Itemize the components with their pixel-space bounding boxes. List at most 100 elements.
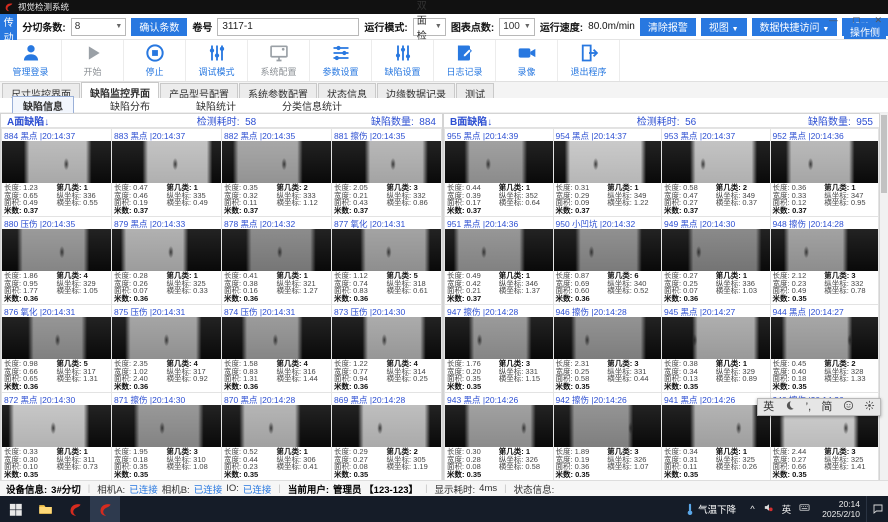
defect-thumbnail xyxy=(222,141,331,183)
roll-number-input[interactable] xyxy=(217,18,359,36)
defect-cell[interactable]: 953 黑点 |20:14:37 长度: 0.58 宽度: 0.47 面积: 0… xyxy=(662,129,770,216)
defect-cell[interactable]: 872 黑点 |20:14:30 长度: 0.33 宽度: 0.30 面积: 0… xyxy=(2,393,111,480)
toolbar-button-log[interactable]: 日志记录 xyxy=(434,40,496,81)
main-tab-6[interactable]: 测试 xyxy=(456,83,494,98)
defect-cell-info: 长度: 2.12 宽度: 0.23 面积: 0.49 米数: 0.35 第几类:… xyxy=(771,271,879,304)
defect-cell[interactable]: 954 黑点 |20:14:37 长度: 0.31 宽度: 0.29 面积: 0… xyxy=(554,129,662,216)
main-tab-5[interactable]: 边缘数据记录 xyxy=(377,83,455,98)
defect-cell[interactable]: 941 黑点 |20:14:26 长度: 0.34 宽度: 0.31 面积: 0… xyxy=(662,393,770,480)
sub-tab-2[interactable]: 缺陷统计 xyxy=(186,97,246,114)
defect-xcoord: 横坐标: 0.49 xyxy=(167,199,220,207)
file-explorer-icon[interactable] xyxy=(30,496,60,522)
ime-simplified-toggle[interactable]: 简 xyxy=(821,402,832,413)
toolbar-button-stop[interactable]: 停止 xyxy=(124,40,186,81)
clear-alarm-button[interactable]: 清除报警 xyxy=(640,18,696,36)
defect-cell-info: 长度: 2.35 宽度: 1.02 面积: 2.40 米数: 0.36 第几类:… xyxy=(112,359,221,392)
defect-cell-info: 长度: 0.58 宽度: 0.47 面积: 0.27 米数: 0.37 第几类:… xyxy=(662,183,770,216)
defect-cell[interactable]: 870 黑点 |20:14:28 长度: 0.52 宽度: 0.44 面积: 0… xyxy=(222,393,331,480)
defect-thumbnail xyxy=(332,141,441,183)
tray-expand-chevron[interactable]: ^ xyxy=(750,504,754,515)
view-menu-button[interactable]: 视图 ▼ xyxy=(701,18,747,36)
defect-meter: 米数: 0.37 xyxy=(447,295,499,303)
inspection-app-icon[interactable] xyxy=(60,496,90,522)
defect-cell[interactable]: 876 氧化 |20:14:31 长度: 0.98 宽度: 0.66 面积: 0… xyxy=(2,305,111,392)
monitor-icon xyxy=(269,43,289,63)
tray-language-badge[interactable]: 英 xyxy=(782,502,792,516)
action-center-icon[interactable] xyxy=(866,496,888,522)
defect-cell-header: 947 擦伤 |20:14:28 xyxy=(445,305,553,317)
defect-cell[interactable]: 871 擦伤 |20:14:30 长度: 1.95 宽度: 0.18 面积: 0… xyxy=(112,393,221,480)
defect-cell[interactable]: 879 黑点 |20:14:33 长度: 0.28 宽度: 0.26 面积: 0… xyxy=(112,217,221,304)
sub-tab-3[interactable]: 分类信息统计 xyxy=(272,97,352,114)
run-mode-select[interactable]: 双面检测▼ xyxy=(413,18,446,36)
weather-widget[interactable]: 气温下降 xyxy=(677,502,744,516)
start-button[interactable] xyxy=(0,496,30,522)
defect-cell[interactable]: 950 小凹坑 |20:14:32 长度: 0.87 宽度: 0.69 面积: … xyxy=(554,217,662,304)
toolbar-button-label: 调试模式 xyxy=(198,65,234,78)
inspection-app-icon-active[interactable] xyxy=(90,496,120,522)
sub-tab-1[interactable]: 缺陷分布 xyxy=(100,97,160,114)
toolbar-button-hsliders[interactable]: 参数设置 xyxy=(310,40,372,81)
defect-cell[interactable]: 874 压伤 |20:14:31 长度: 1.58 宽度: 0.83 面积: 1… xyxy=(222,305,331,392)
defect-cell[interactable]: 947 擦伤 |20:14:28 长度: 1.76 宽度: 0.20 面积: 0… xyxy=(445,305,553,392)
defect-xcoord: 横坐标: 0.61 xyxy=(387,287,440,295)
defect-cell-info: 长度: 0.36 宽度: 0.33 面积: 0.12 米数: 0.37 第几类:… xyxy=(771,183,879,216)
side-left-button[interactable]: 传动侧 xyxy=(0,14,17,40)
sub-tab-0[interactable]: 缺陷信息 xyxy=(12,96,74,115)
defect-cell[interactable]: 952 黑点 |20:14:36 长度: 0.36 宽度: 0.33 面积: 0… xyxy=(771,129,879,216)
defect-thumbnail xyxy=(662,229,770,271)
defect-cell[interactable]: 946 擦伤 |20:14:28 长度: 2.31 宽度: 0.25 面积: 0… xyxy=(554,305,662,392)
scrollbar-thumb[interactable] xyxy=(881,115,887,193)
toolbar-button-play[interactable]: 开始 xyxy=(62,40,124,81)
defect-cell[interactable]: 949 黑点 |20:14:30 长度: 0.27 宽度: 0.25 面积: 0… xyxy=(662,217,770,304)
defect-cell[interactable]: 882 黑点 |20:14:35 长度: 0.35 宽度: 0.32 面积: 0… xyxy=(222,129,331,216)
defect-cell[interactable]: 877 氧化 |20:14:31 长度: 1.12 宽度: 0.74 面积: 0… xyxy=(332,217,441,304)
defect-meter: 米数: 0.36 xyxy=(114,383,167,391)
chart-points-label: 图表点数: xyxy=(451,19,494,34)
camera-b-label: 相机B: xyxy=(162,482,190,496)
moon-icon[interactable] xyxy=(784,400,795,414)
slit-count-select[interactable]: 8▼ xyxy=(71,18,127,36)
toolbar-button-camera[interactable]: 录像 xyxy=(496,40,558,81)
defect-cell[interactable]: 884 黑点 |20:14:37 长度: 1.23 宽度: 0.65 面积: 0… xyxy=(2,129,111,216)
emoji-icon[interactable] xyxy=(843,400,854,414)
taskbar-clock[interactable]: 20:14 2025/2/10 xyxy=(816,499,866,519)
toolbar-button-exit[interactable]: 退出程序 xyxy=(558,40,620,81)
defect-cell[interactable]: 944 黑点 |20:14:27 长度: 0.45 宽度: 0.40 面积: 0… xyxy=(771,305,879,392)
volume-icon[interactable] xyxy=(763,502,774,516)
defect-cell[interactable]: 873 压伤 |20:14:30 长度: 1.22 宽度: 0.77 面积: 0… xyxy=(332,305,441,392)
defect-cell[interactable]: 883 黑点 |20:14:37 长度: 0.47 宽度: 0.46 面积: 0… xyxy=(112,129,221,216)
defect-cell[interactable]: 948 擦伤 |20:14:28 长度: 2.12 宽度: 0.23 面积: 0… xyxy=(771,217,879,304)
defect-cell[interactable]: 881 擦伤 |20:14:35 长度: 2.05 宽度: 0.21 面积: 0… xyxy=(332,129,441,216)
toolbar-button-debug-sliders[interactable]: 调试模式 xyxy=(186,40,248,81)
defect-cell-header: 955 黑点 |20:14:39 xyxy=(445,129,553,141)
defect-cell[interactable]: 951 黑点 |20:14:36 长度: 0.49 宽度: 0.42 面积: 0… xyxy=(445,217,553,304)
defect-xcoord: 横坐标: 0.86 xyxy=(387,199,440,207)
minimize-button[interactable]: — xyxy=(829,15,838,26)
ime-english-toggle[interactable]: 英 xyxy=(763,402,774,413)
gear-icon[interactable] xyxy=(864,400,875,414)
defect-cell[interactable]: 880 压伤 |20:14:35 长度: 1.86 宽度: 0.95 面积: 1… xyxy=(2,217,111,304)
defect-cell[interactable]: 943 黑点 |20:14:26 长度: 0.30 宽度: 0.28 面积: 0… xyxy=(445,393,553,480)
vertical-scrollbar[interactable] xyxy=(880,113,888,480)
keyboard-icon[interactable] xyxy=(799,502,810,516)
toolbar-button-user[interactable]: 管理登录 xyxy=(0,40,62,81)
defect-cell-header: 869 黑点 |20:14:28 xyxy=(332,393,441,405)
defect-cell[interactable]: 942 擦伤 |20:14:26 长度: 1.89 宽度: 0.19 面积: 0… xyxy=(554,393,662,480)
chart-points-select[interactable]: 100▼ xyxy=(499,18,535,36)
defect-meter: 米数: 0.35 xyxy=(114,471,167,479)
defect-cell[interactable]: 869 黑点 |20:14:28 长度: 0.29 宽度: 0.27 面积: 0… xyxy=(332,393,441,480)
clock-date: 2025/2/10 xyxy=(822,509,860,519)
confirm-count-button[interactable]: 确认条数 xyxy=(131,18,187,36)
ime-punctuation-toggle[interactable]: ’, xyxy=(806,402,812,413)
defect-cell[interactable]: 878 黑点 |20:14:32 长度: 0.41 宽度: 0.38 面积: 0… xyxy=(222,217,331,304)
panel-defect-count: 缺陷数量: 955 xyxy=(733,113,873,128)
data-quick-access-menu-button[interactable]: 数据快捷访问 ▼ xyxy=(752,18,838,36)
toolbar-button-vsliders[interactable]: 缺陷设置 xyxy=(372,40,434,81)
defect-cell[interactable]: 875 压伤 |20:14:31 长度: 2.35 宽度: 1.02 面积: 2… xyxy=(112,305,221,392)
defect-cell-header: 874 压伤 |20:14:31 xyxy=(222,305,331,317)
toolbar-button-monitor[interactable]: 系统配置 xyxy=(248,40,310,81)
side-right-button[interactable]: 操作侧 xyxy=(844,23,886,39)
defect-cell[interactable]: 945 黑点 |20:14:27 长度: 0.38 宽度: 0.34 面积: 0… xyxy=(662,305,770,392)
defect-cell[interactable]: 955 黑点 |20:14:39 长度: 0.44 宽度: 0.39 面积: 0… xyxy=(445,129,553,216)
